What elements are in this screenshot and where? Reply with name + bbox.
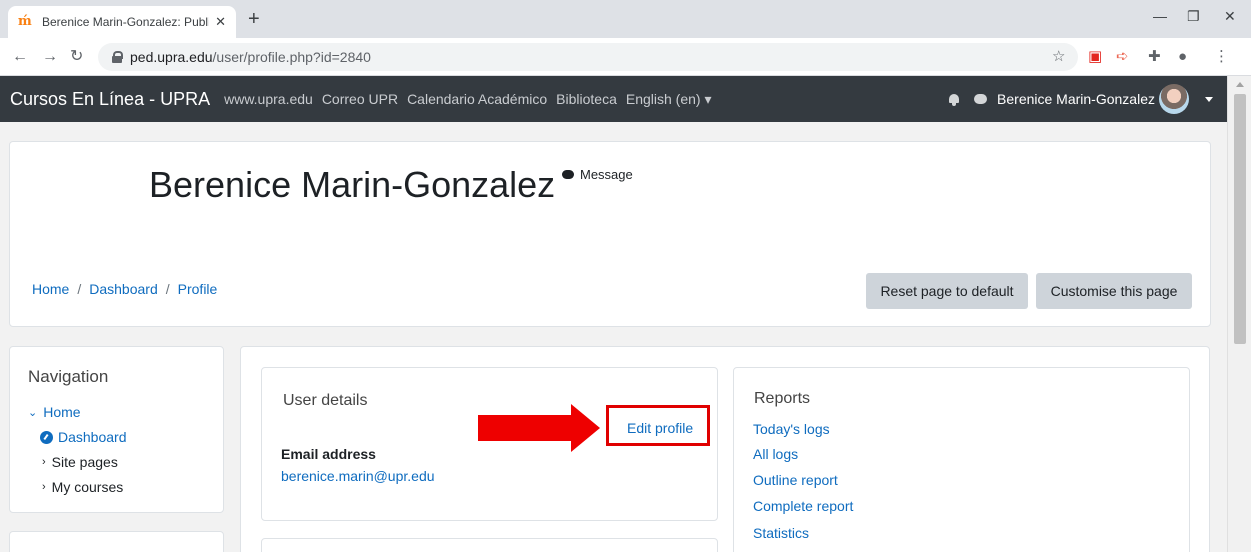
report-todays-logs[interactable]: Today's logs: [753, 421, 830, 437]
nav-item-my-courses-label: My courses: [51, 479, 124, 495]
nav-item-home[interactable]: ⌄ Home: [28, 404, 81, 420]
nav-item-site-pages[interactable]: › Site pages: [42, 454, 118, 470]
extension-arrow-icon[interactable]: ➪: [1116, 48, 1129, 66]
site-brand[interactable]: Cursos En Línea - UPRA: [10, 89, 210, 110]
extensions-puzzle-icon[interactable]: ✚: [1148, 48, 1161, 66]
bookmark-star-icon[interactable]: ☆: [1052, 48, 1065, 66]
nav-item-dashboard-label: Dashboard: [58, 429, 127, 445]
user-menu-caret-icon[interactable]: [1205, 96, 1213, 102]
page-title: Berenice Marin-Gonzalez: [149, 164, 556, 205]
edit-profile-link[interactable]: Edit profile: [627, 420, 693, 436]
edit-profile-highlight: Edit profile: [606, 405, 710, 446]
site-navbar: Cursos En Línea - UPRA www.upra.edu Corr…: [0, 76, 1227, 122]
nav-item-home-label: Home: [43, 404, 81, 420]
page-scrollbar[interactable]: [1227, 76, 1251, 552]
navbar-link-biblioteca[interactable]: Biblioteca: [556, 91, 617, 107]
navbar-link-correo[interactable]: Correo UPR: [322, 91, 398, 107]
customise-page-button[interactable]: Customise this page: [1036, 273, 1192, 309]
window-close-icon[interactable]: ✕: [1224, 8, 1236, 25]
url-host: ped.upra.edu: [130, 49, 213, 65]
moodle-favicon-icon: ḿ: [18, 14, 32, 29]
breadcrumb-home[interactable]: Home: [32, 281, 69, 297]
address-bar[interactable]: ped.upra.edu/user/profile.php?id=2840: [98, 43, 1078, 71]
lock-icon: [112, 51, 123, 63]
reload-icon[interactable]: ↻: [70, 48, 83, 66]
new-tab-button[interactable]: +: [248, 9, 260, 29]
notifications-bell-icon[interactable]: [948, 93, 960, 106]
url-path: /user/profile.php?id=2840: [212, 49, 371, 65]
report-outline[interactable]: Outline report: [753, 472, 838, 488]
chevron-right-icon: ›: [42, 481, 46, 493]
dashboard-icon: [40, 430, 53, 444]
report-statistics[interactable]: Statistics: [753, 525, 809, 541]
message-chat-icon: [562, 170, 574, 179]
breadcrumb-separator: /: [77, 281, 82, 297]
report-all-logs[interactable]: All logs: [753, 446, 798, 462]
nav-item-dashboard[interactable]: Dashboard: [40, 429, 127, 445]
reports-card: Reports Today's logs All logs Outline re…: [733, 367, 1190, 552]
chevron-down-icon: ⌄: [28, 406, 38, 419]
annotation-arrow-body: [478, 415, 572, 441]
restore-icon[interactable]: ❐: [1187, 8, 1200, 25]
reset-page-button[interactable]: Reset page to default: [866, 273, 1028, 309]
user-menu-name[interactable]: Berenice Marin-Gonzalez: [997, 91, 1155, 107]
browser-tab-bar: ḿ Berenice Marin-Gonzalez: Public ✕ + — …: [0, 0, 1251, 38]
navbar-link-upra[interactable]: www.upra.edu: [224, 91, 313, 107]
message-link[interactable]: Message: [562, 167, 633, 182]
close-tab-icon[interactable]: ✕: [215, 14, 226, 30]
breadcrumb-dashboard[interactable]: Dashboard: [89, 281, 158, 297]
chrome-menu-icon[interactable]: ⋮: [1214, 48, 1229, 66]
avatar[interactable]: [1159, 84, 1189, 114]
language-menu[interactable]: English (en) ▾: [626, 91, 712, 108]
breadcrumb: Home / Dashboard / Profile: [32, 281, 217, 297]
nav-item-my-courses[interactable]: › My courses: [42, 479, 123, 495]
scrollbar-thumb[interactable]: [1234, 94, 1246, 344]
extension-icon[interactable]: ▣: [1088, 48, 1102, 66]
reports-title: Reports: [754, 390, 811, 407]
report-complete[interactable]: Complete report: [753, 498, 853, 514]
email-link[interactable]: berenice.marin@upr.edu: [281, 468, 435, 484]
scroll-up-icon[interactable]: [1236, 82, 1244, 87]
back-icon[interactable]: ←: [12, 48, 28, 66]
page-header: Berenice Marin-Gonzalez Message Home / D…: [9, 141, 1211, 327]
navigation-title: Navigation: [28, 367, 109, 386]
nav-item-site-pages-label: Site pages: [51, 454, 118, 470]
breadcrumb-separator: /: [165, 281, 170, 297]
email-label: Email address: [281, 446, 376, 462]
tab-title: Berenice Marin-Gonzalez: Public: [42, 15, 210, 29]
message-label: Message: [580, 167, 633, 182]
messages-chat-icon[interactable]: [974, 94, 988, 104]
browser-toolbar: ← → ↻ ped.upra.edu/user/profile.php?id=2…: [0, 38, 1251, 76]
minimize-icon[interactable]: —: [1153, 8, 1167, 24]
navbar-link-calendario[interactable]: Calendario Académico: [407, 91, 547, 107]
browser-tab[interactable]: ḿ Berenice Marin-Gonzalez: Public ✕: [8, 6, 236, 38]
annotation-arrow-head-icon: [571, 404, 600, 452]
course-details-card: [261, 538, 718, 552]
forward-icon[interactable]: →: [42, 48, 58, 66]
user-details-title: User details: [283, 392, 368, 409]
administration-block: [9, 531, 224, 552]
navigation-block: Navigation ⌄ Home Dashboard › Site pages…: [9, 346, 224, 513]
profile-avatar-icon[interactable]: ●: [1178, 48, 1187, 66]
chevron-right-icon: ›: [42, 456, 46, 468]
breadcrumb-profile[interactable]: Profile: [178, 281, 218, 297]
